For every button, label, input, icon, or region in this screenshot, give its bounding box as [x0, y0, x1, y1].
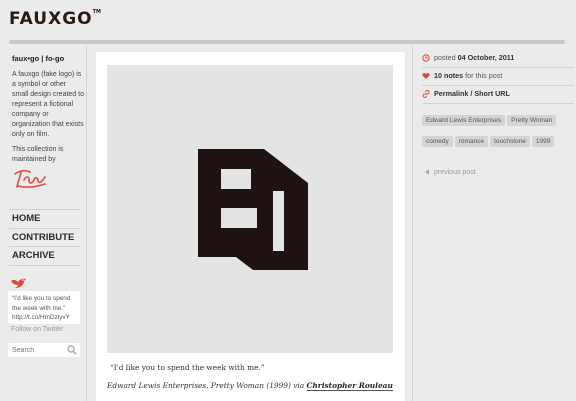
author-link[interactable]: Christopher Rouleau — [306, 381, 393, 391]
nav-home[interactable]: HOME — [9, 210, 80, 229]
caption-text: Edward Lewis Enterprises, Pretty Woman (… — [107, 381, 305, 390]
site-name: faux•go | fo-go — [12, 54, 65, 63]
search-input[interactable] — [8, 343, 66, 357]
tag[interactable]: touchstone — [490, 136, 530, 147]
posted-label: posted — [434, 53, 456, 62]
tag[interactable]: romance — [454, 136, 489, 147]
posted-date-row: posted 04 October, 2011 — [422, 51, 574, 68]
tag[interactable]: comedy — [422, 136, 453, 147]
logo-text: FAUXGO — [9, 9, 93, 29]
tag[interactable]: Pretty Woman — [507, 115, 557, 126]
site-description: A fauxgo (fake logo) is a symbol or othe… — [12, 71, 84, 138]
notes-row[interactable]: 10 notes for this post — [422, 69, 574, 86]
maintainer-signature[interactable] — [12, 168, 48, 195]
post-photo[interactable] — [107, 65, 393, 353]
fauxgo-logo-image — [198, 149, 308, 270]
nav-archive[interactable]: ARCHIVE — [9, 247, 80, 266]
search-box — [8, 343, 80, 357]
permalink-row: Permalink / Short URL — [422, 87, 574, 104]
permalink[interactable]: Permalink — [434, 89, 468, 98]
post: “I'd like you to spend the week with me.… — [96, 52, 405, 401]
previous-post-link[interactable]: previous post — [425, 169, 476, 176]
link-icon — [422, 90, 430, 98]
sidebar: faux•go | fo-go A fauxgo (fake logo) is … — [0, 46, 87, 401]
site-header: FAUXGOTM — [0, 0, 576, 46]
link-separator: / — [470, 89, 473, 98]
tweet-link[interactable]: http://t.co/HmDzlyvY — [12, 313, 76, 323]
signature-logo — [14, 169, 46, 188]
post-quote: “I'd like you to spend the week with me.… — [110, 363, 265, 372]
search-icon[interactable] — [67, 345, 77, 355]
maintained-by-text: This collection is maintained by — [12, 146, 64, 163]
post-meta: posted 04 October, 2011 10 notes for thi… — [412, 46, 576, 401]
arrow-left-icon — [425, 169, 429, 176]
follow-on-twitter-link[interactable]: Follow on Twitter — [11, 326, 63, 333]
tag[interactable]: Edward Lewis Enterprises — [422, 115, 506, 126]
tag-list: Edward Lewis Enterprises Pretty Woman come… — [422, 109, 572, 151]
posted-date: 04 October, 2011 — [457, 53, 515, 62]
tweet-line: “I'd like you to spend — [12, 295, 71, 302]
notes-count: 10 notes — [434, 71, 464, 80]
tweet-line: the week with me.” — [12, 304, 66, 312]
nav-contribute[interactable]: CONTRIBUTE — [9, 229, 80, 247]
post-caption: Edward Lewis Enterprises, Pretty Woman (… — [107, 381, 393, 391]
heart-icon — [422, 73, 430, 79]
site-logo[interactable]: FAUXGOTM — [9, 9, 101, 29]
clock-icon — [422, 54, 430, 62]
latest-tweet[interactable]: “I'd like you to spend the week with me.… — [8, 291, 80, 324]
notes-suffix: for this post — [465, 71, 503, 80]
previous-post-label: previous post — [434, 169, 476, 176]
header-divider — [9, 40, 565, 44]
tag[interactable]: 1999 — [531, 136, 555, 147]
main-nav: HOME CONTRIBUTE ARCHIVE — [9, 209, 80, 266]
short-url[interactable]: Short URL — [474, 89, 510, 98]
logo-trademark: TM — [92, 9, 102, 15]
